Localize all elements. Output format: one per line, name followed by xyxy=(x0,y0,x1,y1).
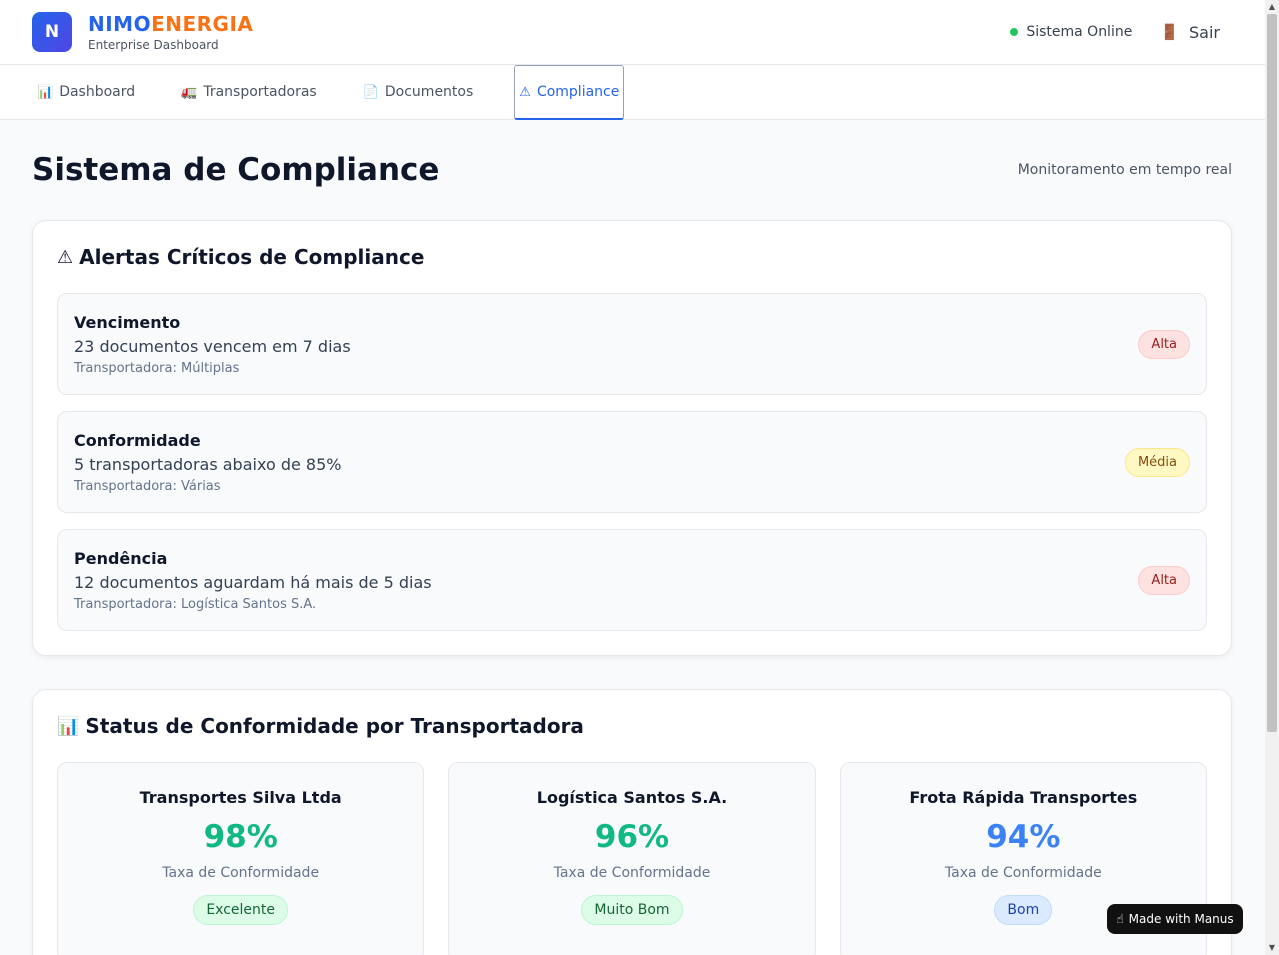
alerts-title: ⚠ Alertas Críticos de Compliance xyxy=(57,245,1207,269)
alert-type: Pendência xyxy=(74,548,168,568)
tab-transportadoras[interactable]: 🚛 Transportadoras xyxy=(176,65,322,119)
tab-label: Compliance xyxy=(536,84,620,100)
system-status: Sistema Online xyxy=(1010,24,1132,40)
priority-badge: Alta xyxy=(1138,329,1190,359)
rating-badge: Bom xyxy=(994,895,1053,925)
brand-name-part2: ENERGIA xyxy=(151,12,254,36)
carrier-rate: 94% xyxy=(986,819,1061,855)
page-title: Sistema de Compliance xyxy=(32,152,440,188)
brand-name-part1: NIMO xyxy=(88,12,152,36)
tab-label: Dashboard xyxy=(59,84,136,100)
carrier-rate-label: Taxa de Conformidade xyxy=(162,865,320,881)
carrier-rate-label: Taxa de Conformidade xyxy=(944,865,1102,881)
tab-dashboard[interactable]: 📊 Dashboard xyxy=(32,65,140,119)
main-nav: 📊 Dashboard 🚛 Transportadoras 📄 Document… xyxy=(0,65,1265,120)
alert-item[interactable]: Vencimento 23 documentos vencem em 7 dia… xyxy=(57,293,1207,395)
rating-badge: Muito Bom xyxy=(581,895,683,925)
truck-icon: 🚛 xyxy=(181,84,198,100)
tab-documentos[interactable]: 📄 Documentos xyxy=(358,65,479,119)
alert-item[interactable]: Conformidade 5 transportadoras abaixo de… xyxy=(57,411,1207,513)
manus-hand-icon: ☝ xyxy=(1116,912,1124,926)
priority-badge: Alta xyxy=(1138,565,1190,595)
alert-message: 5 transportadoras abaixo de 85% xyxy=(74,454,342,474)
document-icon: 📄 xyxy=(362,84,379,100)
priority-badge: Média xyxy=(1124,447,1190,477)
carrier-rate: 96% xyxy=(594,819,670,855)
alert-carrier: Transportadora: Múltiplas xyxy=(74,360,240,376)
top-header: N NIMOENERGIA Enterprise Dashboard Siste… xyxy=(0,0,1265,65)
app-root: N NIMOENERGIA Enterprise Dashboard Siste… xyxy=(0,0,1265,955)
compliance-status-card: 📊 Status de Conformidade por Transportad… xyxy=(32,689,1232,955)
status-text: Sistema Online xyxy=(1026,24,1133,40)
carrier-grid: Transportes Silva Ltda 98% Taxa de Confo… xyxy=(57,762,1207,955)
alert-item[interactable]: Pendência 12 documentos aguardam há mais… xyxy=(57,529,1207,631)
carrier-rate: 98% xyxy=(203,819,278,855)
tab-label: Documentos xyxy=(384,84,474,100)
carrier-name: Logística Santos S.A. xyxy=(536,788,728,807)
carrier-name: Transportes Silva Ltda xyxy=(139,788,342,807)
carrier-name: Frota Rápida Transportes xyxy=(909,788,1138,807)
carrier-rate-label: Taxa de Conformidade xyxy=(553,865,711,881)
alert-type: Conformidade xyxy=(74,430,201,450)
rating-badge: Excelente xyxy=(193,895,288,925)
door-icon: 🚪 xyxy=(1160,23,1180,41)
warning-icon: ⚠ xyxy=(57,246,74,268)
scroll-up-arrow-icon[interactable]: ▲ xyxy=(1265,0,1279,14)
alert-type: Vencimento xyxy=(74,312,181,332)
alert-body: Pendência 12 documentos aguardam há mais… xyxy=(74,549,432,612)
chart-icon: 📊 xyxy=(57,715,80,737)
tab-compliance[interactable]: ⚠ Compliance xyxy=(514,65,625,120)
carrier-card[interactable]: Logística Santos S.A. 96% Taxa de Confor… xyxy=(448,762,816,955)
logout-label: Sair xyxy=(1189,22,1220,42)
status-dot-icon xyxy=(1010,28,1019,36)
alert-carrier: Transportadora: Várias xyxy=(74,478,221,494)
brand-subtitle: Enterprise Dashboard xyxy=(88,38,219,52)
logo-icon: N xyxy=(32,12,72,52)
carrier-card[interactable]: Transportes Silva Ltda 98% Taxa de Confo… xyxy=(57,762,425,955)
alert-body: Vencimento 23 documentos vencem em 7 dia… xyxy=(74,313,351,376)
brand: NIMOENERGIA Enterprise Dashboard xyxy=(88,12,253,52)
warning-icon: ⚠ xyxy=(519,84,531,100)
brand-name: NIMOENERGIA xyxy=(88,12,253,36)
page-scrollbar[interactable]: ▲ ▼ xyxy=(1265,0,1279,955)
scroll-thumb[interactable] xyxy=(1267,14,1277,732)
alert-message: 23 documentos vencem em 7 dias xyxy=(74,336,351,356)
alert-carrier: Transportadora: Logística Santos S.A. xyxy=(74,596,317,612)
status-title-text: Status de Conformidade por Transportador… xyxy=(85,714,584,738)
page-heading: Sistema de Compliance Monitoramento em t… xyxy=(32,120,1232,220)
made-with-manus-button[interactable]: ☝ Made with Manus xyxy=(1107,904,1243,934)
chart-icon: 📊 xyxy=(37,84,54,100)
made-with-label: Made with Manus xyxy=(1128,912,1234,926)
status-title: 📊 Status de Conformidade por Transportad… xyxy=(57,714,1207,738)
header-actions: Sistema Online 🚪 Sair xyxy=(1010,0,1220,64)
page-subtitle: Monitoramento em tempo real xyxy=(1017,162,1232,178)
alerts-title-text: Alertas Críticos de Compliance xyxy=(79,245,425,269)
main-content: Sistema de Compliance Monitoramento em t… xyxy=(0,120,1265,955)
tab-label: Transportadoras xyxy=(203,84,317,100)
logout-button[interactable]: 🚪 Sair xyxy=(1160,23,1220,42)
scroll-down-arrow-icon[interactable]: ▼ xyxy=(1265,941,1279,955)
critical-alerts-card: ⚠ Alertas Críticos de Compliance Vencime… xyxy=(32,220,1232,656)
alert-message: 12 documentos aguardam há mais de 5 dias xyxy=(74,572,432,592)
alert-body: Conformidade 5 transportadoras abaixo de… xyxy=(74,431,341,494)
